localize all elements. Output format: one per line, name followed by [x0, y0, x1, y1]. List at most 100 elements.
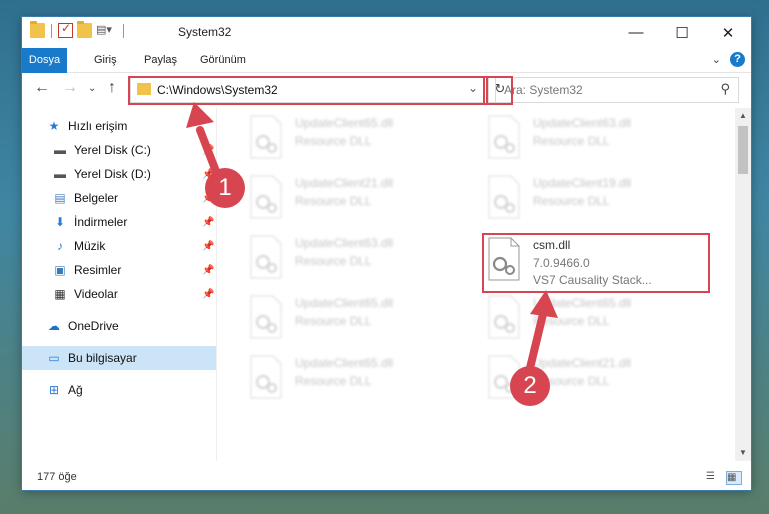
file-item[interactable]: UpdateClient21.dll Resource DLL — [245, 174, 475, 226]
vertical-scrollbar[interactable]: ▲ ▼ — [735, 108, 751, 461]
sidebar-item-label: Ağ — [68, 383, 83, 397]
step-badge-1: 1 — [205, 168, 245, 208]
pictures-icon: ▣ — [54, 263, 66, 277]
dll-file-icon — [250, 235, 282, 279]
dll-file-icon — [250, 115, 282, 159]
search-icon[interactable]: ⚲ — [720, 81, 730, 97]
pin-icon: 📌 — [202, 240, 215, 252]
recent-locations-icon[interactable]: ⌄ — [88, 83, 96, 94]
dll-file-icon — [250, 295, 282, 339]
annotation-arrow-2 — [526, 290, 558, 372]
minimize-button[interactable]: — — [613, 17, 659, 48]
dll-file-icon — [250, 355, 282, 399]
refresh-highlight-box — [483, 76, 513, 105]
ribbon-tabs: Dosya Giriş Paylaş Görünüm ⌄ ? — [22, 48, 751, 100]
file-item[interactable]: UpdateClient65.dll Resource DLL — [245, 294, 475, 346]
sidebar-item-label: OneDrive — [68, 319, 119, 333]
sidebar-item-label: Hızlı erişim — [68, 119, 128, 133]
search-box[interactable]: Ara: System32 ⚲ — [495, 77, 739, 103]
music-icon: ♪ — [57, 239, 63, 253]
csm-dll-highlight-box — [482, 233, 710, 293]
quick-access-toolbar: ▤▾ — [30, 21, 126, 38]
star-icon: ★ — [48, 119, 60, 133]
file-description: Resource DLL — [295, 194, 372, 208]
item-count: 177 öğe — [37, 471, 77, 483]
download-icon: ⬇ — [54, 215, 66, 229]
sidebar-item-label: Resimler — [74, 263, 122, 277]
scrollbar-thumb[interactable] — [738, 126, 748, 174]
file-name: UpdateClient19.dll — [533, 176, 632, 190]
tab-share[interactable]: Paylaş — [144, 48, 177, 72]
computer-icon: ▭ — [48, 351, 60, 365]
sidebar-item-onedrive[interactable]: ☁ OneDrive — [22, 314, 216, 338]
dll-file-icon — [488, 175, 520, 219]
sidebar-item-label: Yerel Disk (C:) — [74, 143, 151, 157]
tab-view[interactable]: Görünüm — [200, 48, 246, 72]
dll-file-icon — [250, 175, 282, 219]
drive-icon: ▬ — [54, 143, 66, 157]
large-icons-view-icon[interactable]: ▦ — [726, 471, 742, 485]
scroll-down-icon[interactable]: ▼ — [735, 445, 751, 461]
file-name: UpdateClient65.dll — [295, 296, 394, 310]
sidebar-item-network[interactable]: ⊞ Ağ — [22, 378, 216, 402]
dll-file-icon — [488, 115, 520, 159]
sidebar-item-pictures[interactable]: ▣ Resimler 📌 — [22, 258, 216, 282]
file-item[interactable]: UpdateClient65.dll Resource DLL — [245, 354, 475, 406]
drive-icon: ▬ — [54, 167, 66, 181]
sidebar-item-this-pc[interactable]: ▭ Bu bilgisayar — [22, 346, 216, 370]
file-name: UpdateClient63.dll — [295, 236, 394, 250]
file-item[interactable]: UpdateClient65.dll Resource DLL — [245, 114, 475, 166]
file-description: Resource DLL — [533, 134, 610, 148]
sidebar-item-downloads[interactable]: ⬇ İndirmeler 📌 — [22, 210, 216, 234]
sidebar-item-label: İndirmeler — [74, 215, 128, 229]
sidebar-item-label: Bu bilgisayar — [68, 351, 137, 365]
help-icon[interactable]: ? — [730, 52, 745, 67]
forward-button[interactable]: → — [62, 79, 78, 97]
navigation-bar: ← → ⌄ ↑ C:\Windows\System32 ⌄ ↻ Ara: Sys… — [22, 73, 751, 105]
back-button[interactable]: ← — [34, 79, 50, 97]
file-description: Resource DLL — [295, 254, 372, 268]
sidebar-item-label: Videolar — [74, 287, 118, 301]
folder-icon — [30, 21, 45, 38]
file-name: UpdateClient65.dll — [295, 116, 394, 130]
file-explorer-window: ▤▾ System32 — ☐ ✕ Dosya Giriş Paylaş Gör… — [22, 17, 751, 490]
properties-icon[interactable] — [58, 21, 73, 38]
pin-icon: 📌 — [202, 216, 215, 228]
search-input[interactable]: Ara: System32 — [504, 83, 583, 97]
toolbar-separator — [51, 23, 52, 38]
file-item[interactable]: UpdateClient19.dll Resource DLL — [483, 174, 713, 226]
network-icon: ⊞ — [48, 383, 60, 397]
sidebar-item-label: Yerel Disk (D:) — [74, 167, 151, 181]
file-name: UpdateClient21.dll — [295, 176, 394, 190]
step-badge-2: 2 — [510, 366, 550, 406]
pin-icon: 📌 — [202, 264, 215, 276]
file-description: Resource DLL — [295, 374, 372, 388]
file-item[interactable]: UpdateClient63.dll Resource DLL — [483, 114, 713, 166]
customize-toolbar-icon[interactable]: ▤▾ — [96, 23, 112, 38]
new-folder-icon[interactable] — [77, 21, 92, 38]
sidebar-item-videos[interactable]: ▦ Videolar 📌 — [22, 282, 216, 306]
pin-icon: 📌 — [202, 288, 215, 300]
file-name: UpdateClient65.dll — [295, 356, 394, 370]
title-bar: ▤▾ System32 — ☐ ✕ — [22, 17, 751, 48]
sidebar-item-label: Belgeler — [74, 191, 119, 205]
toolbar-separator — [123, 23, 124, 38]
up-button[interactable]: ↑ — [108, 79, 116, 97]
status-bar: 177 öğe ☰ ▦ — [22, 465, 751, 490]
expand-ribbon-icon[interactable]: ⌄ — [712, 53, 721, 66]
file-description: Resource DLL — [295, 314, 372, 328]
scroll-up-icon[interactable]: ▲ — [735, 108, 751, 124]
document-icon: ▤ — [54, 191, 66, 205]
maximize-button[interactable]: ☐ — [659, 17, 705, 48]
file-name: UpdateClient63.dll — [533, 116, 632, 130]
sidebar-item-music[interactable]: ♪ Müzik 📌 — [22, 234, 216, 258]
video-icon: ▦ — [54, 287, 66, 301]
details-view-icon[interactable]: ☰ — [706, 471, 720, 483]
sidebar-item-label: Müzik — [74, 239, 106, 253]
file-description: Resource DLL — [295, 134, 372, 148]
tab-home[interactable]: Giriş — [94, 48, 117, 72]
file-description: Resource DLL — [533, 194, 610, 208]
file-item[interactable]: UpdateClient63.dll Resource DLL — [245, 234, 475, 286]
close-button[interactable]: ✕ — [705, 17, 751, 48]
cloud-icon: ☁ — [48, 319, 60, 333]
